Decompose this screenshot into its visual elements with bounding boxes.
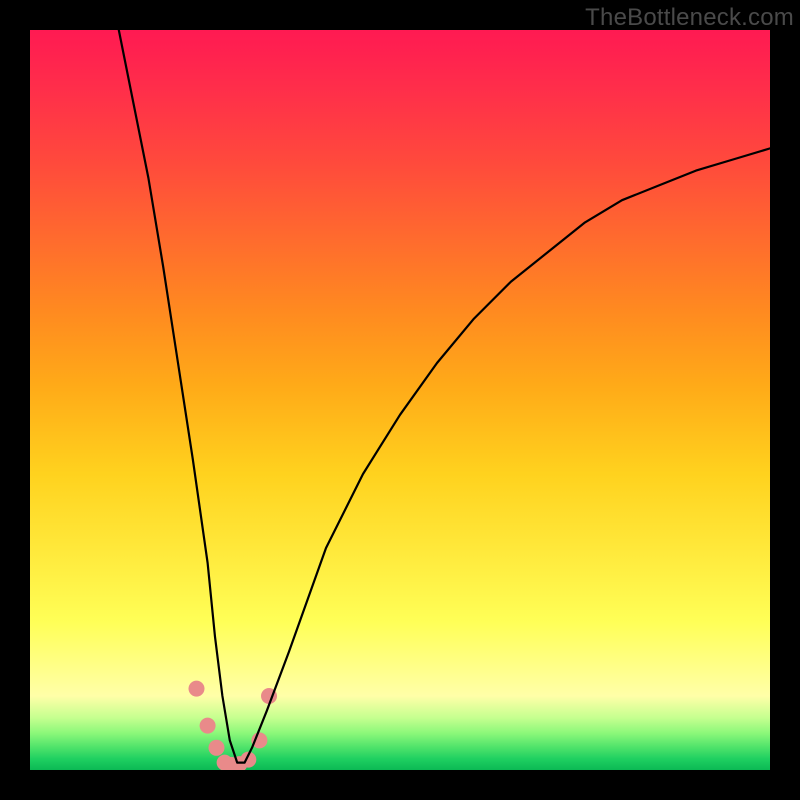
watermark-text: TheBottleneck.com — [585, 4, 794, 32]
marker-point — [208, 740, 224, 756]
marker-point — [200, 718, 216, 734]
marker-point — [189, 681, 205, 697]
chart-frame: TheBottleneck.com — [0, 0, 800, 800]
plot-area — [30, 30, 770, 770]
bottleneck-curve — [119, 30, 770, 763]
markers-group — [189, 681, 278, 770]
chart-svg — [30, 30, 770, 770]
